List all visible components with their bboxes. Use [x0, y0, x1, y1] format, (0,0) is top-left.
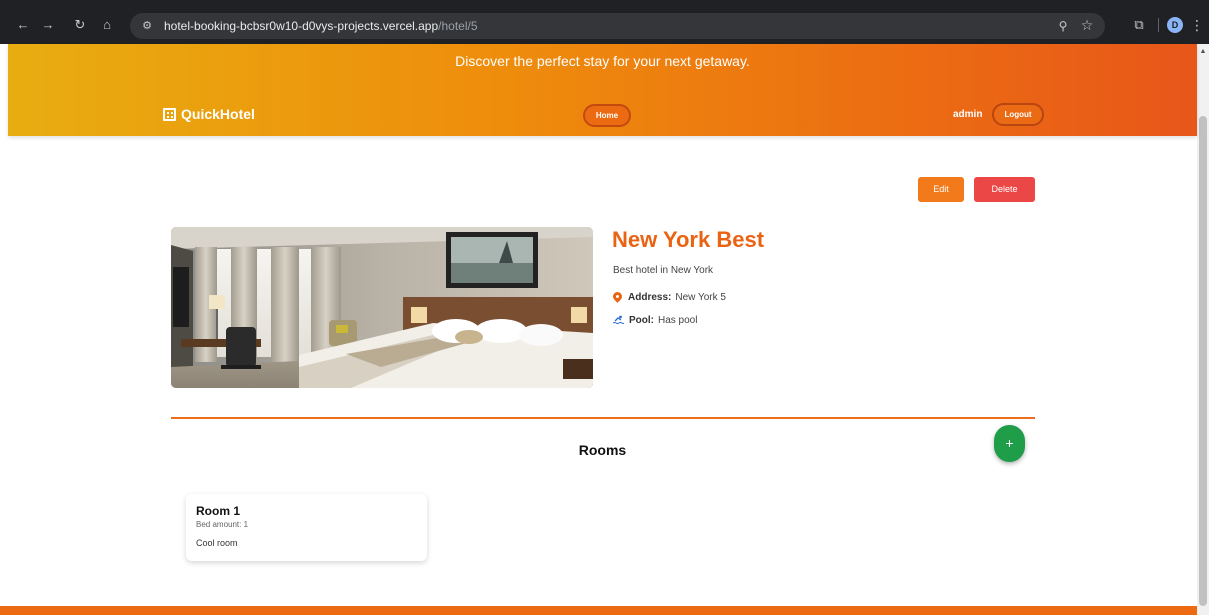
- extensions-icon[interactable]: ⧉: [1130, 16, 1148, 34]
- footer-bar: [0, 606, 1197, 615]
- address-bar[interactable]: ⚙ hotel-booking-bcbsr0w10-d0vys-projects…: [130, 13, 1105, 39]
- reload-icon[interactable]: ↻: [72, 17, 88, 33]
- hotel-description: Best hotel in New York: [613, 265, 714, 276]
- room-name: Room 1: [196, 504, 241, 518]
- profile-avatar[interactable]: D: [1167, 17, 1183, 33]
- forward-icon[interactable]: →: [40, 17, 56, 33]
- logout-button[interactable]: Logout: [992, 103, 1044, 126]
- pool-label: Pool:: [629, 315, 654, 326]
- zoom-icon[interactable]: ⚲: [1055, 18, 1071, 34]
- browser-toolbar: ← → ↻ ⌂ ⚙ hotel-booking-bcbsr0w10-d0vys-…: [0, 0, 1209, 44]
- address-label: Address:: [628, 292, 672, 303]
- hotel-icon: [163, 107, 176, 121]
- edit-button[interactable]: Edit: [918, 177, 964, 202]
- room-description: Cool room: [196, 538, 238, 548]
- site-settings-icon[interactable]: ⚙: [139, 18, 155, 34]
- room-card[interactable]: Room 1 Bed amount: 1 Cool room: [186, 494, 427, 561]
- bookmark-star-icon[interactable]: ☆: [1079, 17, 1095, 33]
- address-value: New York 5: [675, 292, 726, 303]
- home-icon[interactable]: ⌂: [99, 17, 115, 33]
- hotel-name: New York Best: [612, 227, 765, 252]
- header-tagline: Discover the perfect stay for your next …: [455, 53, 750, 69]
- location-pin-icon: [613, 292, 622, 303]
- room-bed-amount: Bed amount: 1: [196, 520, 249, 529]
- brand-logo[interactable]: QuickHotel: [163, 106, 255, 122]
- pool-value: Has pool: [658, 315, 698, 326]
- username: admin: [953, 109, 983, 120]
- scroll-up-icon[interactable]: ▲: [1199, 48, 1207, 56]
- scroll-thumb[interactable]: [1199, 116, 1207, 606]
- site-header: Discover the perfect stay for your next …: [8, 44, 1197, 136]
- menu-kebab-icon[interactable]: ⋮: [1190, 17, 1204, 33]
- hotel-pool-row: Pool: Has pool: [612, 315, 698, 326]
- swimmer-icon: [612, 315, 625, 326]
- home-button[interactable]: Home: [583, 104, 631, 127]
- url-path: /hotel/5: [438, 19, 478, 33]
- delete-button[interactable]: Delete: [974, 177, 1035, 202]
- hotel-address-row: Address: New York 5: [613, 292, 726, 303]
- section-divider: [171, 417, 1035, 419]
- hotel-image: [171, 227, 593, 388]
- back-icon[interactable]: ←: [15, 17, 31, 33]
- url-host: hotel-booking-bcbsr0w10-d0vys-projects.v…: [164, 19, 439, 33]
- url-text[interactable]: hotel-booking-bcbsr0w10-d0vys-projects.v…: [164, 19, 478, 33]
- add-room-button[interactable]: +: [994, 425, 1025, 462]
- page-scrollbar[interactable]: ▲: [1197, 44, 1209, 615]
- toolbar-separator: [1158, 18, 1159, 32]
- brand-name: QuickHotel: [181, 106, 255, 122]
